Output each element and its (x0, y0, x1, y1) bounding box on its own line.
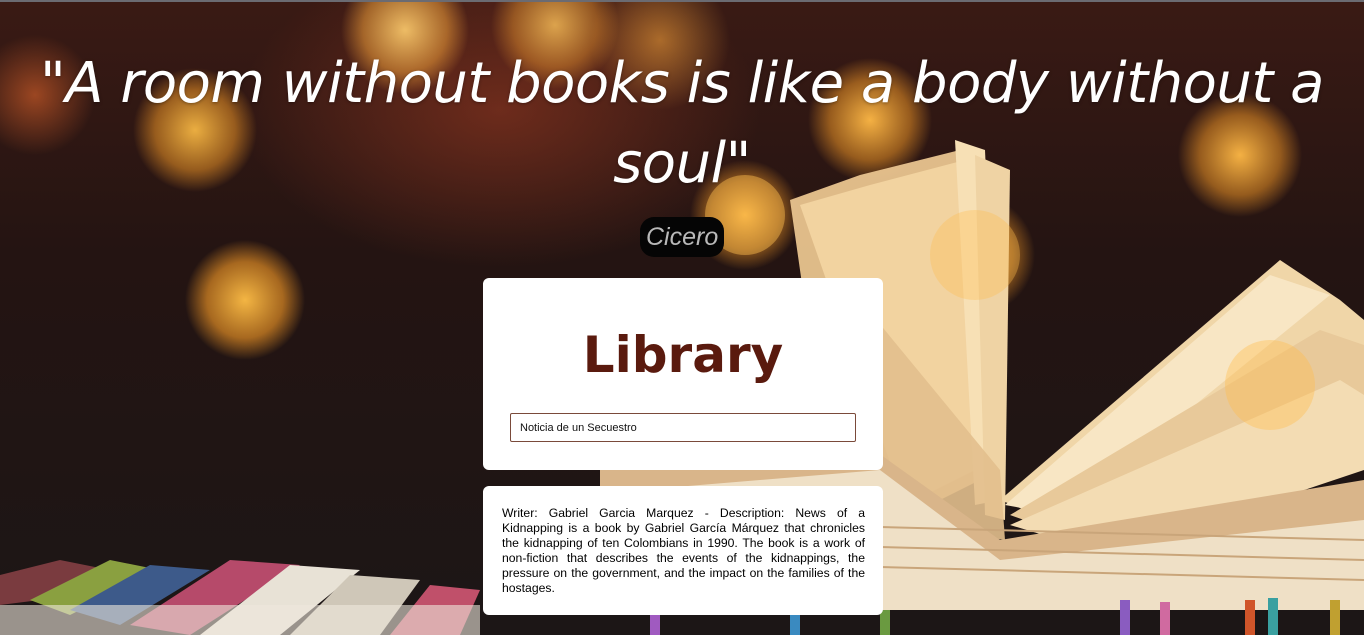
library-search-card: Library (483, 278, 883, 470)
book-search-input[interactable] (510, 413, 856, 442)
book-description-card: Writer: Gabriel Garcia Marquez - Descrip… (483, 486, 883, 615)
library-title: Library (582, 326, 784, 384)
quote-author-badge: Cicero (640, 217, 725, 257)
book-description-text: Writer: Gabriel Garcia Marquez - Descrip… (502, 506, 865, 595)
hero-quote: "A room without books is like a body wit… (40, 51, 1324, 196)
